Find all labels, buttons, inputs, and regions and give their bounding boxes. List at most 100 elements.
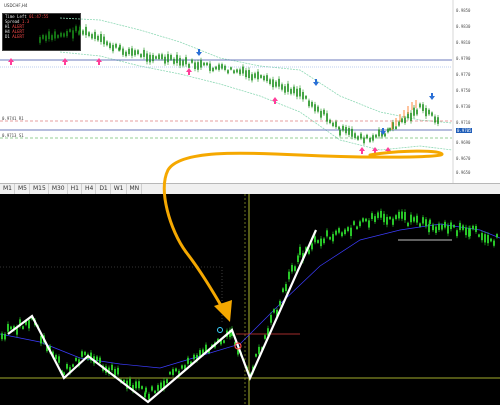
candle-body: [103, 36, 105, 45]
candle-body: [362, 218, 364, 222]
candle-body: [131, 48, 133, 56]
tab-mn[interactable]: MN: [128, 184, 143, 194]
candle-body: [389, 216, 391, 220]
candle-body: [172, 369, 174, 375]
candle-body: [223, 340, 225, 343]
candle-body: [227, 70, 229, 74]
candle-body: [314, 104, 316, 112]
candle-body: [155, 56, 157, 59]
candle-body: [407, 222, 409, 227]
candle-body: [380, 210, 382, 218]
candle-body: [395, 215, 397, 220]
candle-body: [291, 265, 293, 272]
candle-body: [484, 234, 486, 243]
candle-body: [245, 70, 247, 78]
candle-body: [173, 58, 175, 64]
candle-body: [410, 214, 412, 223]
candle-body: [181, 365, 183, 369]
buy-arrow-icon: [359, 147, 365, 154]
candle-body: [224, 65, 226, 70]
candle-body: [416, 109, 418, 115]
candle-body: [384, 133, 386, 137]
tab-w1[interactable]: W1: [112, 184, 127, 194]
candle-body: [194, 62, 196, 70]
candle-body: [169, 371, 171, 375]
tab-m15[interactable]: M15: [31, 184, 49, 194]
candle-body: [490, 238, 492, 242]
candle-body: [188, 63, 190, 68]
tab-m30[interactable]: M30: [50, 184, 68, 194]
candle-body: [481, 233, 483, 241]
candle-body: [1, 333, 3, 340]
tab-m1[interactable]: M1: [1, 184, 15, 194]
candle-body: [438, 223, 440, 230]
candle-body: [366, 134, 368, 139]
candle-body: [239, 69, 241, 75]
candle-body: [72, 364, 74, 367]
candle-body: [28, 320, 30, 329]
candle-body: [146, 53, 148, 62]
bottom-price-chart[interactable]: [0, 194, 500, 405]
candle-body: [57, 35, 59, 38]
candle-body: [157, 385, 159, 391]
candle-body: [285, 284, 287, 292]
candle-body: [297, 255, 299, 262]
candle-body: [329, 237, 331, 240]
candle-body: [48, 31, 50, 40]
candle-body: [428, 109, 430, 115]
candle-body: [143, 49, 145, 57]
candle-body: [425, 219, 427, 227]
candle-body: [45, 35, 47, 41]
tab-m5[interactable]: M5: [16, 184, 30, 194]
candle-body: [320, 110, 322, 118]
top-chart-window[interactable]: USDCHF,H4 Time Left 01:47:55 Spread 1.3 …: [0, 0, 500, 184]
tab-d1[interactable]: D1: [97, 184, 111, 194]
candle-body: [81, 351, 83, 357]
candle-body: [82, 30, 84, 35]
candle-body: [369, 137, 371, 142]
candle-body: [401, 211, 403, 219]
candle-body: [282, 288, 284, 292]
candle-body: [138, 381, 140, 389]
candle-body: [338, 126, 340, 130]
candle-body: [392, 218, 394, 225]
candle-body: [151, 386, 153, 391]
level-label: 0.9713 S1: [2, 133, 24, 138]
buy-arrow-icon: [385, 147, 391, 154]
candle-body: [75, 26, 77, 32]
bottom-chart-window[interactable]: [0, 194, 500, 405]
candle-body: [398, 121, 400, 126]
candle-body: [158, 54, 160, 60]
candle-body: [22, 326, 24, 329]
tab-h1[interactable]: H1: [69, 184, 82, 194]
candle-body: [242, 66, 244, 74]
candle-body: [197, 62, 199, 70]
candle-body: [308, 249, 310, 254]
price-axis-label: 0.9830: [456, 24, 471, 29]
candle-body: [212, 67, 214, 72]
candle-body: [255, 353, 257, 357]
candle-body: [96, 356, 98, 362]
candle-body: [148, 393, 150, 400]
candle-body: [79, 26, 81, 33]
top-price-chart[interactable]: [0, 0, 500, 183]
candle-body: [187, 357, 189, 364]
candle-body: [450, 222, 452, 230]
candle-body: [360, 133, 362, 139]
candle-body: [357, 136, 359, 140]
candle-body: [7, 323, 9, 332]
moving-average-line: [0, 223, 500, 369]
tab-h4[interactable]: H4: [83, 184, 97, 194]
candle-body: [469, 228, 471, 236]
candle-body: [437, 117, 439, 124]
candle-body: [260, 75, 262, 78]
signal-bars: [391, 100, 417, 130]
candle-body: [166, 379, 168, 384]
candle-body: [425, 108, 427, 117]
candle-body: [311, 243, 313, 250]
candle-body: [69, 29, 71, 32]
candle-body: [465, 227, 467, 236]
top-candles: [39, 24, 439, 146]
price-axis-label: 0.9730: [456, 104, 471, 109]
candle-body: [422, 104, 424, 111]
